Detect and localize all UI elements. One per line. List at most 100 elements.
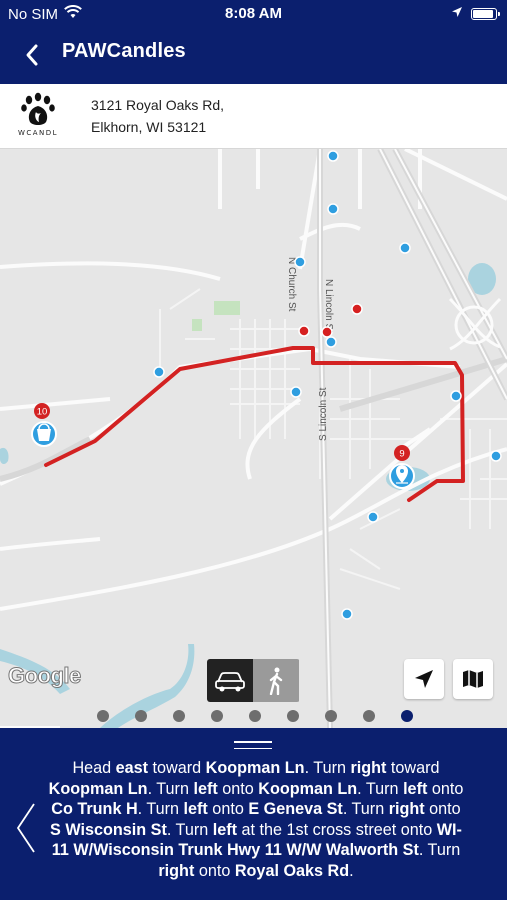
marker-number: 9 [399, 449, 404, 460]
route-marker-10[interactable]: 10 [31, 403, 57, 447]
direction-text-segment: onto [424, 800, 461, 818]
status-bar: No SIM 8:08 AM [0, 0, 507, 28]
direction-text-segment: at the 1st cross street onto [237, 820, 437, 839]
previous-step-button[interactable] [14, 802, 38, 854]
address-header: WCANDL 3121 Royal Oaks Rd, Elkhorn, WI 5… [0, 84, 507, 149]
page-dot[interactable] [135, 710, 147, 722]
page-dot[interactable] [249, 710, 261, 722]
poi-dot[interactable] [327, 203, 339, 215]
interchange [448, 297, 502, 351]
direction-keyword: Koopman Ln [258, 779, 358, 798]
direction-text-segment: onto [427, 779, 464, 798]
poi-dot[interactable] [153, 366, 165, 378]
location-arrow-icon [451, 5, 463, 22]
direction-text-segment: toward [148, 759, 206, 777]
direction-text-segment: . Turn [166, 820, 213, 839]
street-label-s-lincoln: S Lincoln St [318, 387, 329, 441]
paw-icon [21, 92, 55, 125]
back-button[interactable] [18, 40, 48, 70]
poi-dot[interactable] [327, 150, 339, 162]
page-dot[interactable] [287, 710, 299, 722]
park-shape [214, 301, 240, 315]
chevron-left-icon [16, 803, 35, 853]
poi-dot[interactable] [290, 386, 302, 398]
route-marker-9[interactable]: 9 [389, 445, 415, 489]
map-canvas: N Church St N Lincoln St S Lincoln St 10… [0, 149, 507, 728]
direction-text-segment: . [349, 861, 354, 880]
poi-dot[interactable] [399, 242, 411, 254]
direction-text-segment: . Turn [137, 800, 184, 818]
poi-dot[interactable] [294, 256, 306, 268]
minor-streets [159, 288, 507, 590]
direction-keyword: left [183, 800, 208, 818]
travel-mode-toggle [207, 659, 300, 702]
chevron-left-icon [26, 44, 38, 66]
direction-keyword: east [115, 759, 149, 777]
walk-icon [269, 667, 283, 695]
navigate-arrow-icon [415, 670, 433, 688]
poi-dot[interactable] [325, 336, 337, 348]
direction-keyword: left [403, 779, 428, 798]
marker-number: 10 [37, 407, 48, 418]
status-right [451, 5, 500, 22]
poi-dot[interactable] [367, 511, 379, 523]
logo-wordmark: WCANDL [17, 129, 59, 137]
address-block: 3121 Royal Oaks Rd, Elkhorn, WI 53121 [91, 94, 224, 138]
directions-text: Head east toward Koopman Ln. Turn right … [46, 758, 466, 881]
direction-keyword: Royal Oaks Rd [234, 861, 350, 880]
direction-keyword: Koopman Ln [48, 779, 148, 798]
route-map[interactable]: N Church St N Lincoln St S Lincoln St 10… [0, 149, 507, 728]
poi-dot[interactable] [450, 390, 462, 402]
google-attribution: Google [8, 663, 82, 689]
walk-mode-button[interactable] [253, 659, 299, 702]
direction-text-segment: Head [72, 759, 116, 777]
battery-icon [471, 7, 500, 20]
direction-text-segment: onto [194, 861, 235, 880]
page-dot[interactable] [211, 710, 223, 722]
direction-keyword: left [193, 779, 218, 798]
direction-keyword: E Geneva St [248, 800, 343, 818]
direction-text-segment: . Turn [342, 800, 389, 818]
drive-mode-button[interactable] [207, 659, 253, 702]
street-label-n-lincoln: N Lincoln St [323, 279, 334, 333]
direction-text-segment: onto [207, 800, 249, 818]
major-roads [0, 149, 507, 728]
direction-text-segment: . Turn [147, 779, 194, 798]
direction-text-segment: . Turn [357, 779, 404, 798]
direction-text-segment: . Turn [304, 759, 351, 777]
address-line-1: 3121 Royal Oaks Rd, [91, 97, 225, 113]
highway [0, 149, 507, 728]
page-title: PAWCandles [62, 40, 186, 62]
nav-bar: PAWCandles [0, 28, 507, 84]
direction-keyword: right [388, 800, 425, 818]
page-dot[interactable] [97, 710, 109, 722]
recenter-button[interactable] [404, 659, 444, 699]
car-icon [215, 671, 245, 691]
battery-level [473, 9, 493, 18]
drag-handle[interactable] [234, 741, 272, 751]
direction-keyword: right [158, 861, 195, 880]
wcandl-logo: WCANDL [12, 92, 64, 144]
direction-keyword: S Wisconsin St [50, 820, 167, 839]
page-dot[interactable] [401, 710, 413, 722]
status-time: 8:08 AM [225, 5, 282, 22]
page-dot[interactable] [173, 710, 185, 722]
poi-dot[interactable] [490, 450, 502, 462]
poi-dot-red[interactable] [351, 303, 363, 315]
direction-text-segment: onto [217, 779, 259, 798]
direction-keyword: left [212, 820, 238, 839]
poi-dot[interactable] [341, 608, 353, 620]
map-icon [463, 670, 483, 688]
direction-keyword: right [350, 759, 387, 777]
page-dot[interactable] [325, 710, 337, 722]
poi-dot-red[interactable] [321, 326, 333, 338]
page-indicator [0, 710, 507, 724]
map-type-button[interactable] [453, 659, 493, 699]
poi-dot-red[interactable] [298, 325, 310, 337]
page-dot[interactable] [363, 710, 375, 722]
directions-panel: Head east toward Koopman Ln. Turn right … [0, 728, 507, 900]
address-line-2: Elkhorn, WI 53121 [91, 119, 207, 135]
direction-text-segment: . Turn [418, 841, 461, 859]
direction-keyword: Koopman Ln [205, 759, 305, 777]
direction-keyword: Co Trunk H [51, 800, 138, 818]
